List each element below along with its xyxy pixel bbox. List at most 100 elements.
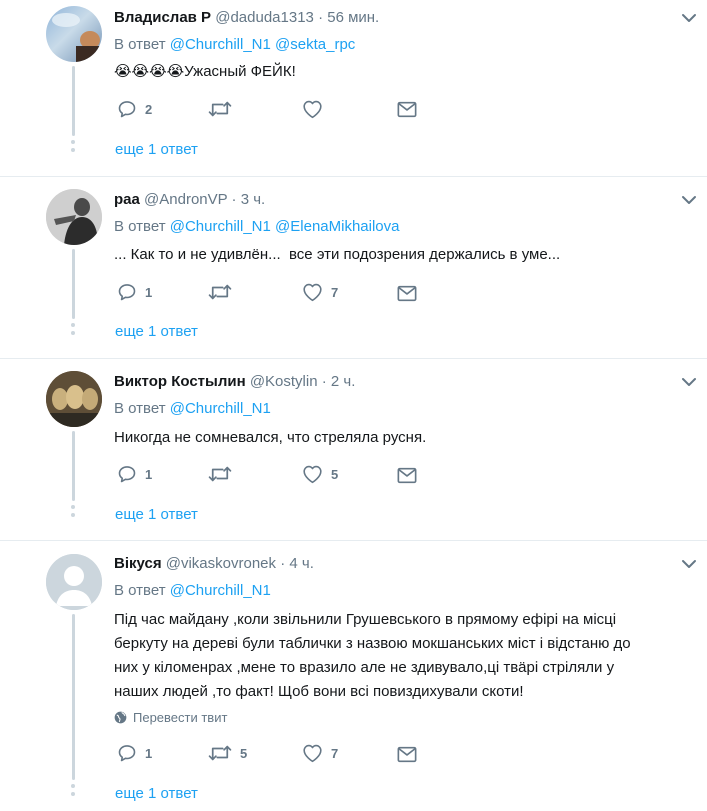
like-button[interactable] <box>302 98 331 120</box>
reply-icon <box>117 743 137 763</box>
avatar[interactable] <box>46 371 102 427</box>
thread-dots <box>71 323 76 339</box>
tweet-text: 😭😭😭😭Ужасный ФЕЙК! <box>114 60 674 84</box>
timestamp[interactable]: · 4 ч. <box>280 555 314 572</box>
thread-dots <box>71 140 76 156</box>
avatar[interactable] <box>46 6 102 62</box>
reply-count: 1 <box>145 284 153 300</box>
message-icon <box>397 101 417 118</box>
caret-down-icon[interactable] <box>681 376 697 388</box>
retweet-button[interactable] <box>208 463 240 485</box>
like-button[interactable]: 7 <box>302 742 338 764</box>
reply-button[interactable]: 1 <box>117 281 152 303</box>
caret-down-icon[interactable] <box>681 12 697 24</box>
translate-tweet-link[interactable]: Перевести твит <box>114 710 227 725</box>
reply-to: В ответ @Churchill_N1 <box>114 400 271 417</box>
message-button[interactable] <box>397 464 417 486</box>
retweet-button[interactable] <box>208 98 240 120</box>
translate-label: Перевести твит <box>133 710 228 725</box>
user-handle[interactable]: @daduda1313 <box>215 9 314 26</box>
message-button[interactable] <box>397 98 417 120</box>
like-button[interactable]: 7 <box>302 281 338 303</box>
mention-link[interactable]: @Churchill_N1 <box>170 400 271 417</box>
mention-link[interactable]: @sekta_rpc <box>275 36 355 53</box>
tweet-header: Вікуся @vikaskovronek · 4 ч. <box>114 555 314 572</box>
reply-to: В ответ @Churchill_N1 @ElenaMikhailova <box>114 218 399 235</box>
reply-prefix: В ответ <box>114 36 166 53</box>
message-icon <box>397 285 417 302</box>
divider <box>0 540 707 541</box>
show-more-replies-link[interactable]: еще 1 ответ <box>115 141 198 158</box>
like-count: 7 <box>331 284 339 300</box>
reply-count: 1 <box>145 745 153 761</box>
emoji: 😭 <box>149 63 167 80</box>
emoji: 😭 <box>114 63 132 80</box>
user-handle[interactable]: @Kostylin <box>250 373 318 390</box>
retweet-count: 5 <box>240 745 248 761</box>
user-name[interactable]: Виктор Костылин <box>114 373 246 390</box>
tweet-line: наших людей ,то факт! Щоб вони всі повиз… <box>114 683 524 700</box>
mention-link[interactable]: @Churchill_N1 <box>170 582 271 599</box>
tweet-line: Під час майдану ,коли звільнили Грушевсь… <box>114 611 617 628</box>
show-more-replies-link[interactable]: еще 1 ответ <box>115 785 198 802</box>
divider <box>0 358 707 359</box>
divider <box>0 176 707 177</box>
show-more-replies-link[interactable]: еще 1 ответ <box>115 506 198 523</box>
retweet-icon <box>208 464 232 484</box>
like-icon <box>302 743 323 763</box>
message-button[interactable] <box>397 282 417 304</box>
like-button[interactable]: 5 <box>302 463 338 485</box>
timestamp[interactable]: · 56 мин. <box>318 9 379 26</box>
like-icon <box>302 282 323 302</box>
reply-prefix: В ответ <box>114 218 166 235</box>
avatar-photo <box>46 189 102 245</box>
thread-dots <box>71 505 76 521</box>
retweet-icon <box>208 99 232 119</box>
avatar[interactable] <box>46 189 102 245</box>
message-icon <box>397 746 417 763</box>
thread-line <box>72 249 75 319</box>
reply-count: 2 <box>145 101 153 117</box>
user-name[interactable]: Владислав Р <box>114 9 211 26</box>
tweet-header: Владислав Р @daduda1313 · 56 мин. <box>114 9 379 26</box>
user-handle[interactable]: @vikaskovronek <box>166 555 276 572</box>
user-handle[interactable]: @AndronVP <box>144 191 227 208</box>
mention-link[interactable]: @ElenaMikhailova <box>275 218 399 235</box>
avatar-photo <box>52 13 102 62</box>
tweet-header: Виктор Костылин @Kostylin · 2 ч. <box>114 373 355 390</box>
show-more-replies-link[interactable]: еще 1 ответ <box>115 323 198 340</box>
like-icon <box>302 464 323 484</box>
default-avatar-icon <box>46 554 102 610</box>
reply-icon <box>117 464 137 484</box>
reply-icon <box>117 282 137 302</box>
retweet-button[interactable]: 5 <box>208 742 247 764</box>
reply-button[interactable]: 2 <box>117 98 152 120</box>
message-icon <box>397 467 417 484</box>
timestamp[interactable]: · 2 ч. <box>322 373 356 390</box>
avatar-photo <box>46 371 102 427</box>
reply-icon <box>117 99 137 119</box>
caret-down-icon[interactable] <box>681 194 697 206</box>
reply-button[interactable]: 1 <box>117 463 152 485</box>
like-count: 7 <box>331 745 339 761</box>
tweet-text: Никогда не сомневался, что стреляла русн… <box>114 429 427 446</box>
like-icon <box>302 99 323 119</box>
user-name[interactable]: раа <box>114 191 140 208</box>
user-name[interactable]: Вікуся <box>114 555 162 572</box>
globe-icon <box>114 711 127 724</box>
caret-down-icon[interactable] <box>681 558 697 570</box>
timestamp[interactable]: · 3 ч. <box>232 191 266 208</box>
retweet-button[interactable] <box>208 281 240 303</box>
reply-prefix: В ответ <box>114 582 166 599</box>
emoji: 😭 <box>166 63 185 80</box>
tweet-header: раа @AndronVP · 3 ч. <box>114 191 265 208</box>
thread-dots <box>71 784 76 800</box>
reply-button[interactable]: 1 <box>117 742 152 764</box>
reply-to: В ответ @Churchill_N1 @sekta_rpc <box>114 36 355 53</box>
tweet-text: Під час майдану ,коли звільнили Грушевсь… <box>114 608 674 704</box>
retweet-icon <box>208 743 232 763</box>
mention-link[interactable]: @Churchill_N1 <box>170 218 271 235</box>
message-button[interactable] <box>397 743 417 765</box>
mention-link[interactable]: @Churchill_N1 <box>170 36 271 53</box>
avatar[interactable] <box>46 554 102 610</box>
